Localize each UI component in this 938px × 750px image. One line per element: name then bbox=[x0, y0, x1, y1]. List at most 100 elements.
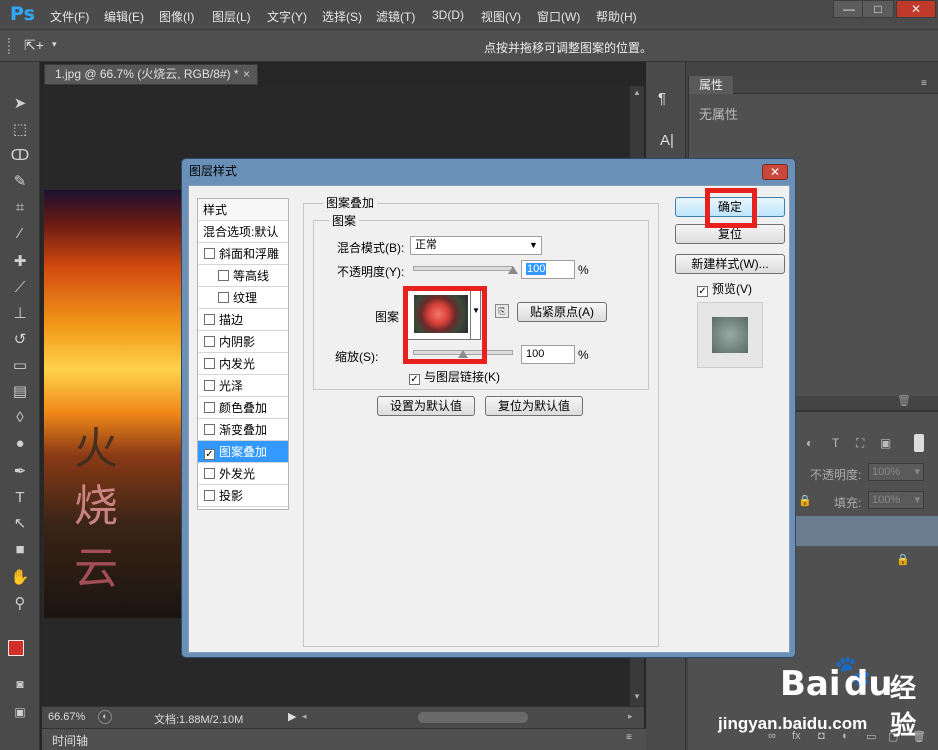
menu-image[interactable]: 图像(I) bbox=[159, 8, 194, 25]
style-item-texture[interactable]: 纹理 bbox=[198, 287, 288, 309]
blend-mode-select[interactable]: 正常 ▼ bbox=[410, 236, 542, 255]
scroll-left-icon[interactable]: ◂ bbox=[302, 711, 307, 722]
eraser-tool-icon[interactable]: ▭ bbox=[9, 356, 31, 376]
style-item-gradient-overlay[interactable]: 渐变叠加 bbox=[198, 419, 288, 441]
style-item-pattern-overlay[interactable]: ✓ 图案叠加 bbox=[198, 441, 288, 463]
style-checkbox-checked[interactable]: ✓ bbox=[204, 449, 215, 460]
stamp-tool-icon[interactable]: ⊥ bbox=[9, 304, 31, 324]
history-brush-tool-icon[interactable]: ↺ bbox=[9, 330, 31, 350]
opacity-field[interactable]: 100% ▾ bbox=[868, 463, 924, 481]
styles-header[interactable]: 样式 bbox=[198, 199, 288, 221]
quick-select-tool-icon[interactable]: ✎ bbox=[9, 172, 31, 192]
panel-menu-icon[interactable]: ≡ bbox=[626, 732, 632, 743]
scale-slider-thumb[interactable] bbox=[458, 350, 468, 358]
new-preset-icon[interactable]: ⎘ bbox=[495, 304, 509, 318]
move-tool-icon[interactable]: ➤ bbox=[9, 94, 31, 114]
scroll-down-icon[interactable]: ▼ bbox=[633, 692, 641, 701]
close-button[interactable]: ✕ bbox=[896, 0, 936, 18]
tool-preset-chevron-icon[interactable]: ▾ bbox=[52, 39, 57, 50]
document-tab[interactable]: 1.jpg @ 66.7% (火烧云, RGB/8#) * × bbox=[44, 64, 258, 85]
menu-layer[interactable]: 图层(L) bbox=[212, 8, 251, 25]
make-default-button[interactable]: 设置为默认值 bbox=[377, 396, 475, 416]
menu-help[interactable]: 帮助(H) bbox=[596, 8, 637, 25]
ok-button[interactable]: 确定 bbox=[675, 197, 785, 217]
menu-filter[interactable]: 滤镜(T) bbox=[376, 8, 415, 25]
style-item-color-overlay[interactable]: 颜色叠加 bbox=[198, 397, 288, 419]
snap-to-origin-button[interactable]: 贴紧原点(A) bbox=[517, 302, 607, 322]
blend-options-item[interactable]: 混合选项:默认 bbox=[198, 221, 288, 243]
menu-window[interactable]: 窗口(W) bbox=[537, 8, 580, 25]
style-checkbox[interactable] bbox=[204, 314, 215, 325]
style-checkbox[interactable] bbox=[218, 270, 229, 281]
scale-input[interactable]: 100 bbox=[521, 345, 575, 364]
checkbox-checked-icon[interactable]: ✓ bbox=[409, 374, 420, 385]
dialog-close-button[interactable]: ✕ bbox=[762, 164, 788, 180]
shape-tool-icon[interactable]: ■ bbox=[9, 540, 31, 560]
menu-edit[interactable]: 编辑(E) bbox=[104, 8, 144, 25]
scroll-up-icon[interactable]: ▲ bbox=[633, 88, 641, 97]
smart-object-filter-icon[interactable]: ▣ bbox=[880, 436, 891, 450]
pattern-dropdown-icon[interactable]: ▼ bbox=[470, 291, 481, 339]
style-checkbox[interactable] bbox=[204, 248, 215, 259]
quick-mask-icon[interactable]: ◙ bbox=[9, 674, 31, 694]
lock-icon[interactable]: 🔒 bbox=[798, 494, 812, 507]
close-tab-icon[interactable]: × bbox=[243, 65, 250, 84]
timeline-tab[interactable]: 时间轴 bbox=[52, 732, 88, 749]
horizontal-scroll-thumb[interactable] bbox=[418, 712, 528, 723]
style-item-inner-shadow[interactable]: 内阴影 bbox=[198, 331, 288, 353]
healing-tool-icon[interactable]: ✚ bbox=[9, 252, 31, 272]
dodge-tool-icon[interactable]: ● bbox=[9, 434, 31, 454]
path-select-tool-icon[interactable]: ↖ bbox=[9, 514, 31, 534]
menu-type[interactable]: 文字(Y) bbox=[267, 8, 307, 25]
style-checkbox[interactable] bbox=[204, 490, 215, 501]
menu-file[interactable]: 文件(F) bbox=[50, 8, 89, 25]
panel-menu-icon[interactable]: ≡ bbox=[921, 78, 927, 89]
style-checkbox[interactable] bbox=[204, 380, 215, 391]
reset-to-default-button[interactable]: 复位为默认值 bbox=[485, 396, 583, 416]
minimize-button[interactable]: — bbox=[833, 0, 865, 18]
opacity-input[interactable]: 100 bbox=[521, 260, 575, 279]
link-with-layer-checkbox[interactable]: ✓ 与图层链接(K) bbox=[409, 368, 500, 385]
gradient-tool-icon[interactable]: ▤ bbox=[9, 382, 31, 402]
eyedropper-tool-icon[interactable]: ⁄ bbox=[9, 224, 31, 244]
maximize-button[interactable]: □ bbox=[862, 0, 894, 18]
type-tool-icon[interactable]: T bbox=[9, 488, 31, 508]
scroll-right-icon[interactable]: ▸ bbox=[628, 711, 633, 722]
menu-select[interactable]: 选择(S) bbox=[322, 8, 362, 25]
pen-tool-icon[interactable]: ✒ bbox=[9, 462, 31, 482]
style-checkbox[interactable] bbox=[204, 358, 215, 369]
menu-view[interactable]: 视图(V) bbox=[481, 8, 521, 25]
style-item-drop-shadow[interactable]: 投影 bbox=[198, 485, 288, 507]
new-style-button[interactable]: 新建样式(W)... bbox=[675, 254, 785, 274]
paragraph-panel-icon[interactable]: ¶ bbox=[658, 90, 666, 107]
crop-tool-icon[interactable]: ⌗ bbox=[9, 198, 31, 218]
style-checkbox[interactable] bbox=[204, 468, 215, 479]
style-checkbox[interactable] bbox=[204, 402, 215, 413]
checkbox-checked-icon[interactable]: ✓ bbox=[697, 286, 708, 297]
filter-toggle[interactable] bbox=[914, 434, 924, 452]
style-checkbox[interactable] bbox=[218, 292, 229, 303]
pattern-picker[interactable]: ▼ bbox=[407, 290, 481, 340]
brush-tool-icon[interactable]: ⟋ bbox=[9, 278, 31, 298]
lasso-tool-icon[interactable]: ↀ bbox=[9, 146, 31, 166]
preview-checkbox[interactable]: ✓ 预览(V) bbox=[697, 280, 752, 297]
fill-field[interactable]: 100% ▾ bbox=[868, 491, 924, 509]
opacity-slider[interactable] bbox=[413, 266, 513, 271]
move-tool-icon[interactable]: ⇱+ bbox=[24, 37, 44, 54]
adjustment-filter-icon[interactable]: ◐ bbox=[806, 436, 813, 450]
layer-row-selected[interactable] bbox=[796, 516, 938, 546]
hand-tool-icon[interactable]: ✋ bbox=[9, 568, 31, 588]
marquee-tool-icon[interactable]: ⬚ bbox=[9, 120, 31, 140]
style-item-inner-glow[interactable]: 内发光 bbox=[198, 353, 288, 375]
opacity-slider-thumb[interactable] bbox=[508, 266, 518, 274]
properties-tab[interactable]: 属性 bbox=[689, 76, 733, 94]
style-item-contour[interactable]: 等高线 bbox=[198, 265, 288, 287]
status-menu-icon[interactable]: ▶ bbox=[288, 710, 296, 723]
trash-icon[interactable]: 🗑 bbox=[897, 394, 911, 407]
character-panel-icon[interactable]: A| bbox=[660, 132, 674, 149]
zoom-level[interactable]: 66.67% bbox=[48, 711, 85, 723]
style-checkbox[interactable] bbox=[204, 424, 215, 435]
type-filter-icon[interactable]: T bbox=[832, 436, 839, 450]
share-icon[interactable]: ◐ bbox=[98, 710, 112, 724]
foreground-color-swatch[interactable] bbox=[8, 640, 24, 656]
